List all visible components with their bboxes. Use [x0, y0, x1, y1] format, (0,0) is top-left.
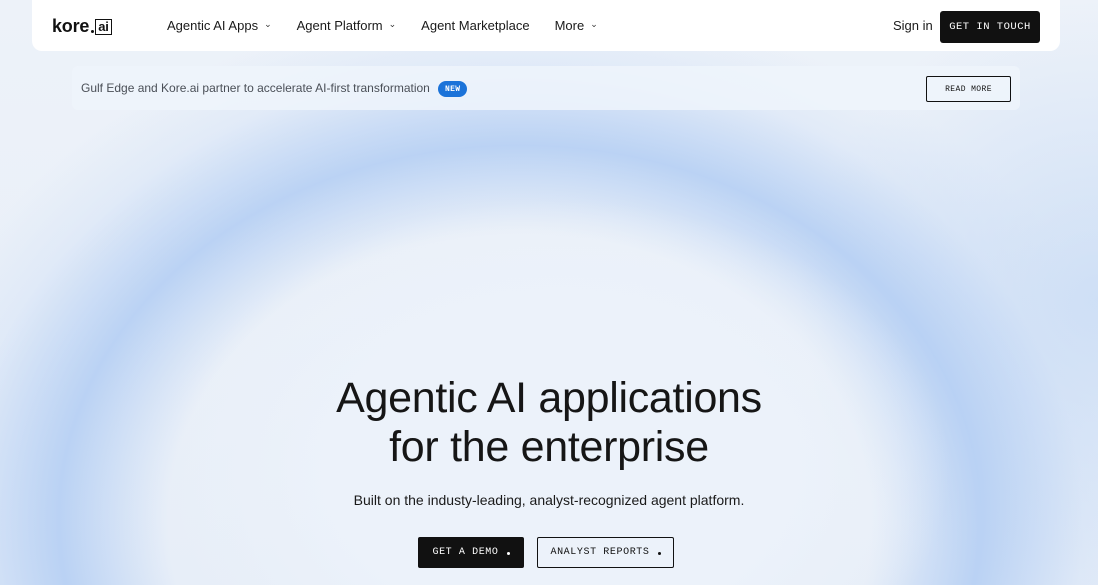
dot-icon	[657, 552, 661, 555]
read-more-button[interactable]: READ MORE	[926, 76, 1011, 102]
nav-item-label: Agentic AI Apps	[167, 18, 259, 33]
hero-title-line-1: Agentic AI applications	[336, 374, 762, 422]
announcement-text[interactable]: Gulf Edge and Kore.ai partner to acceler…	[81, 81, 430, 95]
hero-title-line-2: for the enterprise	[389, 423, 709, 471]
nav-item-label: More	[554, 18, 585, 33]
logo-wordmark: kore	[52, 16, 90, 36]
chevron-down-icon: ⌄	[590, 19, 598, 29]
get-in-touch-button[interactable]: GET IN TOUCH	[940, 11, 1040, 43]
nav-item-agentic-ai-apps[interactable]: Agentic AI Apps ⌄	[167, 18, 272, 33]
nav-item-agent-platform[interactable]: Agent Platform ⌄	[297, 18, 397, 33]
kore-ai-logo[interactable]: kore ai	[52, 16, 112, 37]
dot-icon	[506, 552, 510, 555]
chevron-down-icon: ⌄	[264, 19, 272, 29]
chevron-down-icon: ⌄	[388, 19, 397, 29]
get-a-demo-label: GET A DEMO	[432, 547, 499, 558]
nav-item-label: Agent Marketplace	[421, 18, 530, 33]
announcement-bar: Gulf Edge and Kore.ai partner to acceler…	[72, 66, 1020, 110]
nav-item-agent-marketplace[interactable]: Agent Marketplace	[421, 18, 529, 33]
analyst-reports-button[interactable]: ANALYST REPORTS	[537, 537, 674, 568]
sign-in-link[interactable]: Sign in	[893, 18, 933, 33]
logo-dot	[91, 30, 95, 33]
get-a-demo-button[interactable]: GET A DEMO	[418, 537, 524, 568]
logo-ai-box: ai	[95, 19, 112, 35]
nav-item-more[interactable]: More ⌄	[555, 18, 598, 33]
analyst-reports-label: ANALYST REPORTS	[550, 547, 650, 558]
new-badge: NEW	[438, 81, 468, 97]
hero-subtitle: Built on the industy-leading, analyst-re…	[353, 492, 745, 508]
nav-item-label: Agent Platform	[296, 18, 383, 33]
top-navbar: kore ai Agentic AI Apps ⌄ Agent Platform…	[32, 0, 1060, 51]
hero-title: Agentic AI applications for the enterpri…	[249, 374, 849, 472]
main-nav: Agentic AI Apps ⌄ Agent Platform ⌄ Agent…	[167, 0, 623, 51]
